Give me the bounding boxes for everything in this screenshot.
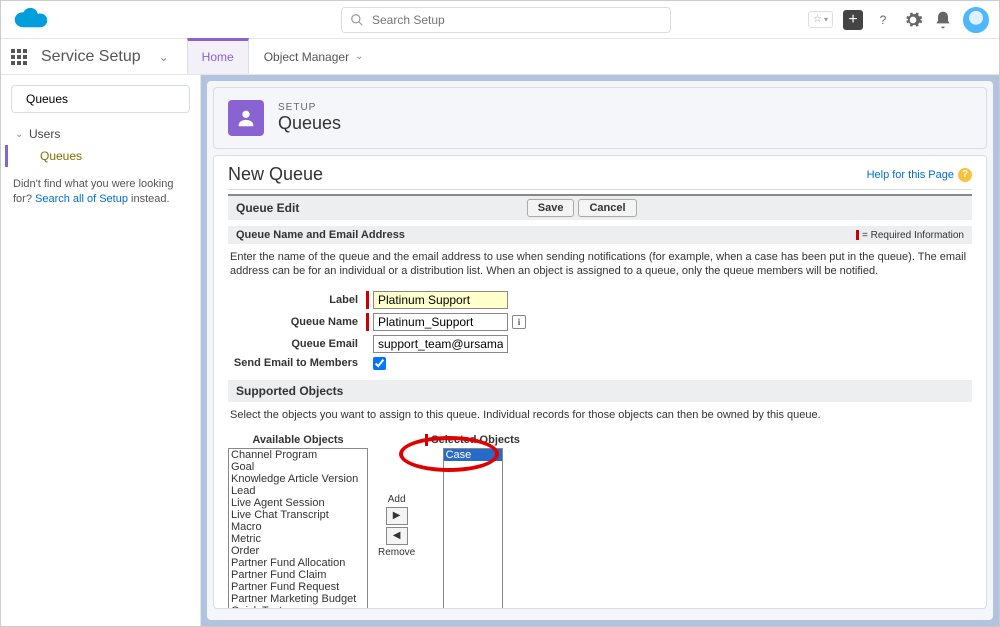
main-content: SETUP Queues New Queue Help for this Pag… — [201, 75, 999, 626]
name-email-description: Enter the name of the queue and the emai… — [228, 244, 972, 285]
remove-label: Remove — [378, 547, 415, 558]
global-header: ☆▾ + ? — [1, 1, 999, 39]
help-icon[interactable]: ? — [873, 10, 893, 30]
tree-node-queues[interactable]: Queues — [5, 145, 200, 167]
header-eyebrow: SETUP — [278, 102, 341, 113]
global-create-button[interactable]: + — [843, 10, 863, 30]
setup-gear-icon[interactable] — [903, 10, 923, 30]
list-item[interactable]: Order — [229, 545, 367, 557]
label-input[interactable] — [373, 291, 508, 309]
queue-email-input[interactable] — [373, 335, 508, 353]
search-all-setup-link[interactable]: Search all of Setup — [35, 193, 128, 205]
header-actions: ☆▾ + ? — [808, 7, 989, 33]
available-objects-list[interactable]: Channel ProgramGoalKnowledge Article Ver… — [228, 448, 368, 609]
help-for-page-link[interactable]: Help for this Page ? — [867, 168, 972, 182]
app-nav-chevron-icon[interactable]: ⌄ — [159, 50, 169, 64]
required-mark-icon — [366, 313, 369, 331]
app-launcher-icon[interactable] — [11, 49, 27, 65]
add-button[interactable]: ▶ — [386, 507, 408, 525]
list-item[interactable]: Macro — [229, 521, 367, 533]
notifications-bell-icon[interactable] — [933, 10, 953, 30]
help-for-page-label: Help for this Page — [867, 169, 954, 181]
app-nav: Service Setup ⌄ Home Object Manager ⌄ — [1, 39, 999, 75]
queue-form: Label Queue Name i — [228, 291, 972, 370]
tab-home-label: Home — [202, 50, 234, 64]
queues-header-icon — [228, 100, 264, 136]
queue-email-field-label: Queue Email — [228, 338, 366, 350]
tab-object-manager-label: Object Manager — [264, 50, 349, 64]
list-item[interactable]: Goal — [229, 461, 367, 473]
dual-listbox: Available Objects Channel ProgramGoalKno… — [228, 434, 972, 609]
page-title: New Queue — [228, 164, 323, 185]
list-item[interactable]: Partner Fund Allocation — [229, 557, 367, 569]
info-icon[interactable]: i — [512, 315, 526, 329]
list-item[interactable]: Case — [444, 449, 502, 461]
sidebar-help-suffix: instead. — [128, 193, 170, 205]
sidebar-search-input[interactable] — [26, 92, 181, 106]
help-question-icon: ? — [958, 168, 972, 182]
available-objects-label: Available Objects — [252, 434, 343, 446]
list-item[interactable]: Metric — [229, 533, 367, 545]
header-title: Queues — [278, 113, 341, 134]
queue-name-input[interactable] — [373, 313, 508, 331]
setup-sidebar: ⌄ Users Queues Didn't find what you were… — [1, 75, 201, 626]
name-email-section-title: Queue Name and Email Address — [236, 229, 405, 241]
list-item[interactable]: Partner Fund Claim — [229, 569, 367, 581]
chevron-down-icon: ⌄ — [15, 129, 23, 140]
setup-header: SETUP Queues — [213, 87, 987, 149]
app-name: Service Setup — [41, 48, 141, 66]
search-icon — [350, 13, 364, 27]
list-item[interactable]: Channel Program — [229, 449, 367, 461]
list-item[interactable]: Live Agent Session — [229, 497, 367, 509]
list-item[interactable]: Partner Marketing Budget — [229, 593, 367, 605]
send-email-field-label: Send Email to Members — [228, 357, 366, 369]
tree-node-users-label: Users — [29, 127, 60, 141]
cancel-button[interactable]: Cancel — [578, 199, 636, 217]
required-mark-icon — [425, 434, 428, 446]
user-avatar[interactable] — [963, 7, 989, 33]
selected-objects-label: Selected Objects — [425, 434, 520, 446]
send-email-checkbox[interactable] — [373, 357, 386, 370]
required-mark-icon — [366, 291, 369, 309]
supported-objects-header: Supported Objects — [228, 380, 972, 402]
tab-object-manager[interactable]: Object Manager ⌄ — [249, 39, 379, 75]
add-label: Add — [388, 494, 406, 505]
sidebar-help-text: Didn't find what you were looking for? S… — [1, 167, 200, 218]
name-email-section-header: Queue Name and Email Address = Required … — [228, 226, 972, 244]
selected-objects-list[interactable]: Case — [443, 448, 503, 609]
queue-edit-title: Queue Edit — [236, 201, 299, 215]
tab-home[interactable]: Home — [187, 38, 249, 74]
remove-button[interactable]: ◀ — [386, 527, 408, 545]
list-item[interactable]: Knowledge Article Version — [229, 473, 367, 485]
save-button[interactable]: Save — [527, 199, 575, 217]
sidebar-search[interactable] — [11, 85, 190, 113]
tree-node-users[interactable]: ⌄ Users — [1, 123, 200, 145]
queue-edit-header: Queue Edit Save Cancel — [228, 194, 972, 220]
list-item[interactable]: Live Chat Transcript — [229, 509, 367, 521]
supported-objects-desc: Select the objects you want to assign to… — [228, 402, 972, 428]
list-item[interactable]: Partner Fund Request — [229, 581, 367, 593]
required-info-legend: = Required Information — [856, 230, 964, 241]
favorites-button[interactable]: ☆▾ — [808, 11, 833, 28]
label-field-label: Label — [228, 294, 366, 306]
list-item[interactable]: Lead — [229, 485, 367, 497]
queue-name-field-label: Queue Name — [228, 316, 366, 328]
chevron-down-icon: ⌄ — [355, 51, 363, 62]
global-search-input[interactable] — [372, 13, 662, 27]
page-panel: New Queue Help for this Page ? Queue Edi… — [213, 155, 987, 609]
list-item[interactable]: Quick Text — [229, 605, 367, 609]
salesforce-cloud-logo — [11, 6, 51, 34]
global-search[interactable] — [341, 7, 671, 33]
